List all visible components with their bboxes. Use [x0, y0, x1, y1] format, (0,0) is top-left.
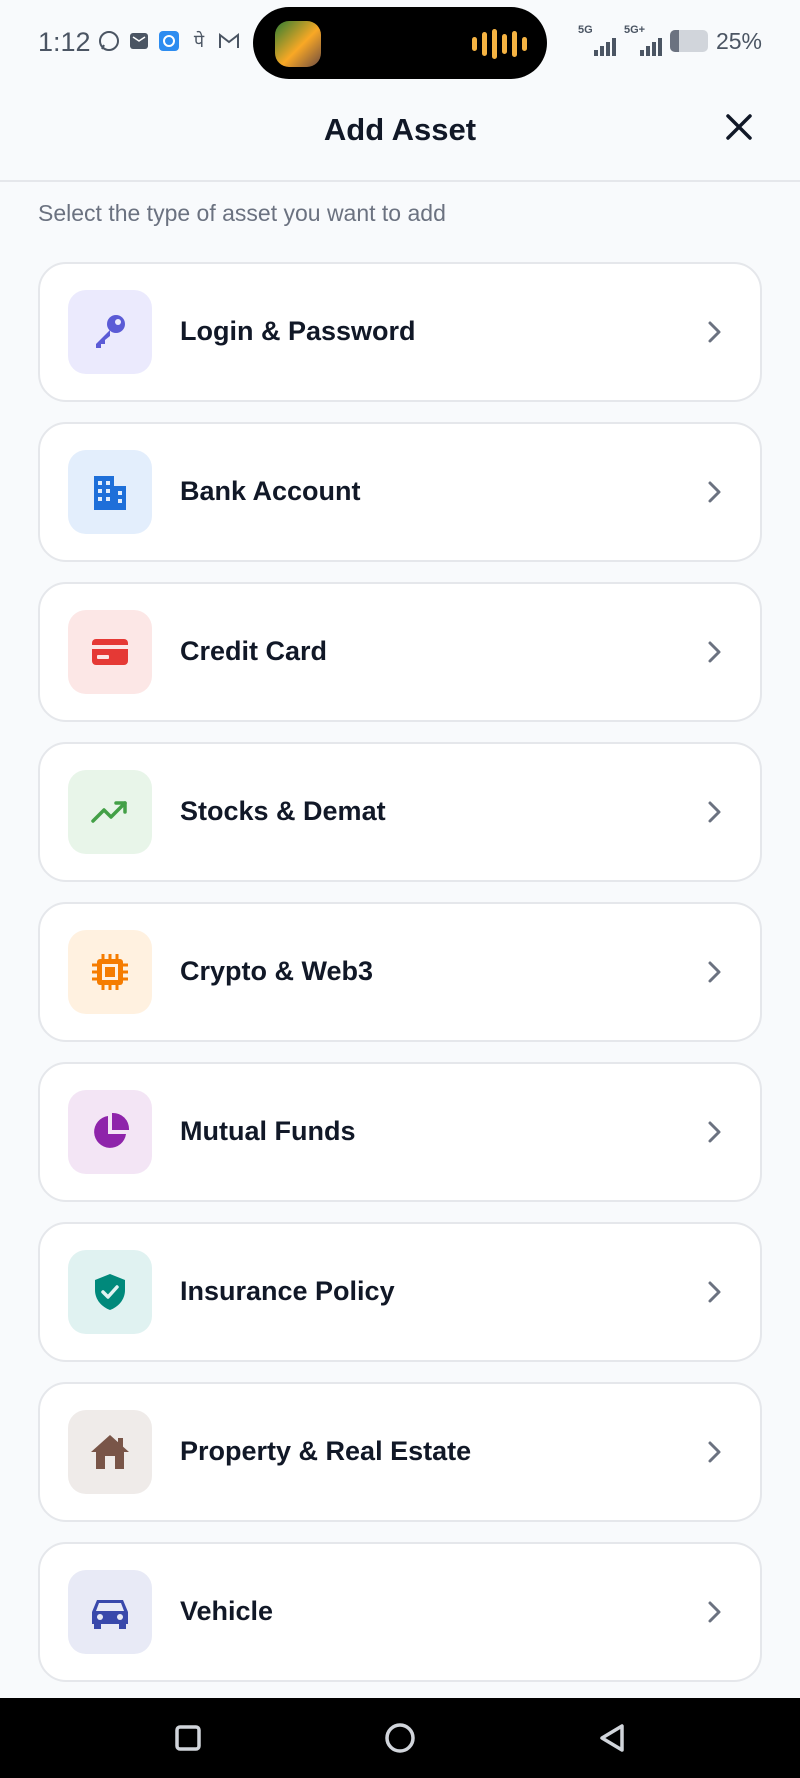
- media-thumbnail: [275, 21, 321, 67]
- trending-up-icon: [68, 770, 152, 854]
- audio-wave-icon: [472, 29, 527, 59]
- chevron-right-icon: [708, 961, 721, 983]
- bank-building-icon: [68, 450, 152, 534]
- close-button[interactable]: [722, 110, 756, 144]
- asset-option-label: Login & Password: [180, 316, 416, 346]
- system-status: 5G 5G+ 25%: [578, 24, 762, 56]
- whatsapp-icon: [98, 30, 120, 52]
- notification-icons: पे: [98, 30, 240, 52]
- chevron-right-icon: [708, 1601, 721, 1623]
- asset-option-label: Vehicle: [180, 1596, 274, 1626]
- page-title: Add Asset: [323, 112, 477, 147]
- dynamic-island[interactable]: [253, 7, 547, 79]
- back-button[interactable]: [592, 1718, 632, 1758]
- chevron-right-icon: [708, 321, 721, 343]
- asset-option-label: Stocks & Demat: [180, 796, 386, 826]
- asset-type-list: Login & Password Bank Account Credit Car…: [38, 262, 762, 1702]
- back-triangle-icon: [600, 1724, 624, 1752]
- asset-option-label: Bank Account: [180, 476, 361, 506]
- chevron-right-icon: [708, 641, 721, 663]
- system-nav-bar: [0, 1698, 800, 1778]
- home-button[interactable]: [380, 1718, 420, 1758]
- chevron-right-icon: [708, 801, 721, 823]
- asset-option-property-real-estate[interactable]: Property & Real Estate: [38, 1382, 762, 1522]
- asset-option-credit-card[interactable]: Credit Card: [38, 582, 762, 722]
- recents-button[interactable]: [168, 1718, 208, 1758]
- chevron-right-icon: [708, 1441, 721, 1463]
- chevron-right-icon: [708, 1281, 721, 1303]
- phonepe-icon: पे: [193, 31, 205, 51]
- asset-option-label: Mutual Funds: [180, 1116, 356, 1146]
- battery-icon: [669, 30, 708, 52]
- asset-option-login-password[interactable]: Login & Password: [38, 262, 762, 402]
- instruction-text: Select the type of asset you want to add: [38, 200, 446, 226]
- status-time: 1:12: [38, 27, 91, 57]
- asset-option-label: Property & Real Estate: [180, 1436, 472, 1466]
- asset-option-label: Insurance Policy: [180, 1276, 395, 1306]
- battery-percent: 25%: [715, 27, 762, 54]
- asset-option-bank-account[interactable]: Bank Account: [38, 422, 762, 562]
- asset-option-mutual-funds[interactable]: Mutual Funds: [38, 1062, 762, 1202]
- chevron-right-icon: [708, 1121, 721, 1143]
- pie-chart-icon: [68, 1090, 152, 1174]
- status-bar: 1:12 पे 5G 5G+ 25%: [0, 0, 800, 88]
- close-icon: [726, 114, 752, 140]
- asset-option-stocks-demat[interactable]: Stocks & Demat: [38, 742, 762, 882]
- chat-app-icon: [158, 30, 180, 52]
- chevron-right-icon: [708, 481, 721, 503]
- house-icon: [68, 1410, 152, 1494]
- mail-app-icon: [128, 30, 150, 52]
- signal-icon: 5G+: [624, 24, 662, 56]
- asset-option-vehicle[interactable]: Vehicle: [38, 1542, 762, 1682]
- chip-icon: [68, 930, 152, 1014]
- asset-option-crypto-web3[interactable]: Crypto & Web3: [38, 902, 762, 1042]
- key-icon: [68, 290, 152, 374]
- asset-option-insurance-policy[interactable]: Insurance Policy: [38, 1222, 762, 1362]
- home-circle-icon: [385, 1723, 415, 1753]
- shield-check-icon: [68, 1250, 152, 1334]
- signal-icon: 5G: [578, 24, 616, 56]
- car-icon: [68, 1570, 152, 1654]
- gmail-icon: [218, 30, 240, 52]
- recents-square-icon: [175, 1725, 201, 1751]
- header: Add Asset: [0, 88, 800, 182]
- credit-card-icon: [68, 610, 152, 694]
- asset-option-label: Crypto & Web3: [180, 956, 374, 986]
- asset-option-label: Credit Card: [180, 636, 328, 666]
